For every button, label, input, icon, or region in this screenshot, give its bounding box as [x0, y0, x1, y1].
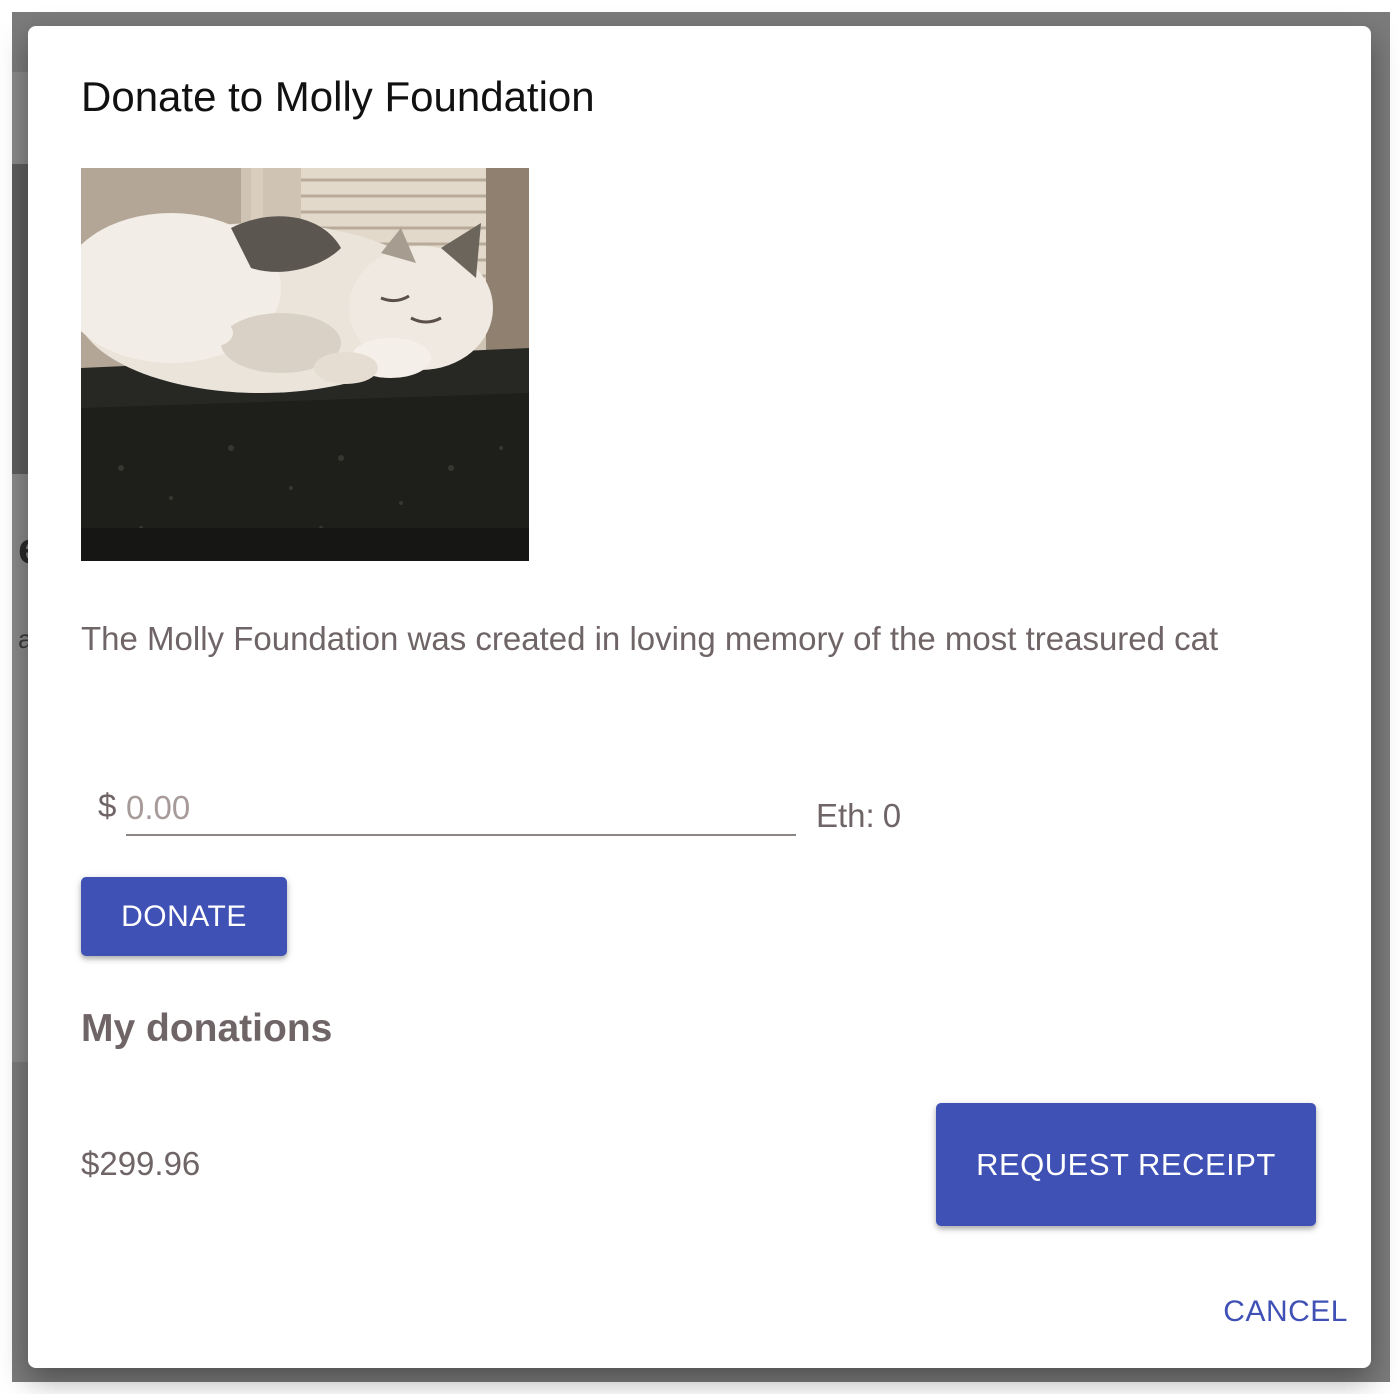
- eth-conversion: Eth: 0: [816, 794, 901, 838]
- currency-symbol: $: [98, 787, 117, 824]
- request-receipt-button[interactable]: REQUEST RECEIPT: [936, 1103, 1316, 1226]
- donate-dialog: Donate to Molly Foundation The Molly Fou…: [28, 26, 1371, 1368]
- eth-value: 0: [882, 797, 902, 834]
- cancel-button[interactable]: CANCEL: [1188, 1284, 1348, 1340]
- eth-label: Eth:: [816, 797, 875, 834]
- foundation-photo: [81, 168, 529, 561]
- donate-button[interactable]: DONATE: [81, 877, 287, 956]
- donation-amount-input[interactable]: [126, 782, 796, 836]
- my-donations-heading: My donations: [81, 1007, 333, 1050]
- foundation-description: The Molly Foundation was created in lovi…: [81, 620, 1219, 657]
- dialog-title: Donate to Molly Foundation: [81, 73, 595, 120]
- cat-photo-illustration: [81, 168, 529, 561]
- donation-total: $299.96: [81, 1145, 201, 1182]
